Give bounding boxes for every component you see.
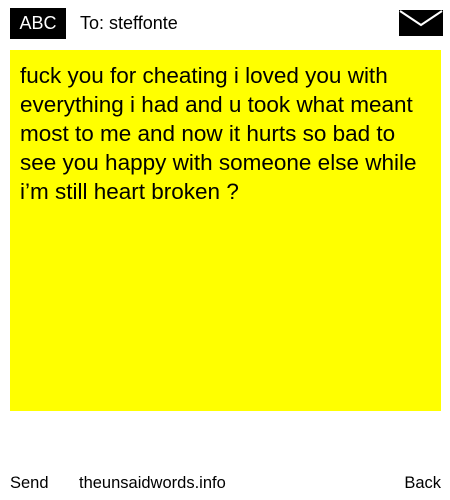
message-text: fuck you for cheating i loved you with e… bbox=[20, 63, 417, 204]
message-body[interactable]: fuck you for cheating i loved you with e… bbox=[10, 50, 441, 411]
site-name: theunsaidwords.info bbox=[79, 474, 226, 492]
recipient-label: To: steffonte bbox=[80, 13, 178, 33]
input-mode-badge: ABC bbox=[10, 8, 66, 39]
footer: Send theunsaidwords.info Back bbox=[0, 470, 450, 500]
envelope-icon[interactable] bbox=[399, 10, 443, 36]
send-button[interactable]: Send bbox=[10, 470, 49, 496]
header: ABC To: steffonte bbox=[0, 0, 450, 46]
back-button[interactable]: Back bbox=[404, 470, 441, 496]
